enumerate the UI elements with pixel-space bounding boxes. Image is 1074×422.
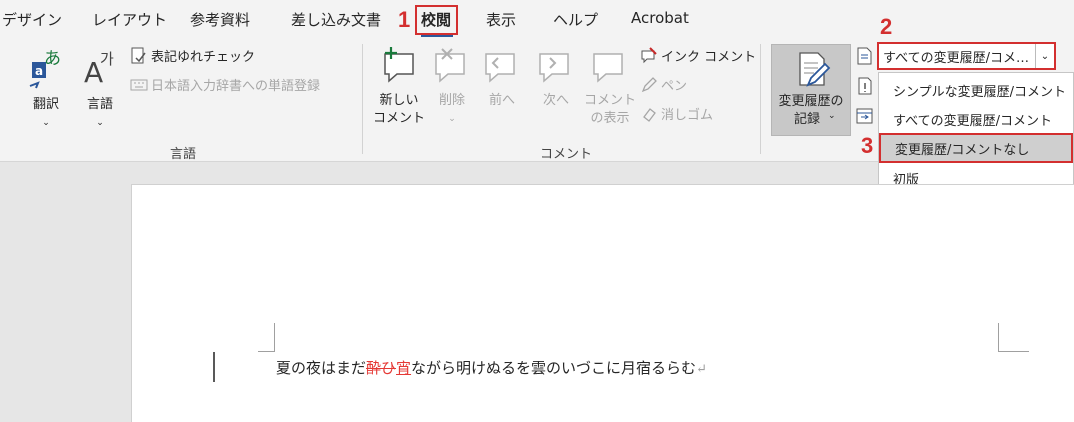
- document-paragraph[interactable]: 夏の夜はまだ酔ひ宵ながら明けぬるを雲のいづこに月宿るらむ↵: [276, 357, 707, 378]
- eraser-icon: [643, 107, 656, 122]
- pen-label: ペン: [661, 79, 688, 94]
- eraser-button[interactable]: 消しゴム: [640, 104, 713, 123]
- next-comment-button[interactable]: 次へ: [534, 46, 578, 110]
- crop-mark-left: [258, 323, 275, 352]
- ink-comment-button[interactable]: インク コメント: [640, 46, 756, 65]
- display-for-review-icon[interactable]: [855, 46, 875, 66]
- keyboard-icon: [130, 79, 148, 90]
- track-changes-icon: [799, 52, 831, 87]
- chevron-down-icon: ⌄: [42, 118, 50, 128]
- option-all-markup[interactable]: すべての変更履歴/コメント: [879, 104, 1073, 134]
- deleted-text: 酔ひ: [366, 359, 397, 377]
- show-comments-label-1: コメント: [584, 93, 637, 108]
- pen-button[interactable]: ペン: [640, 75, 687, 94]
- step-2-marker: 2: [880, 14, 893, 39]
- display-for-review-value: すべての変更履歴/コメ…: [883, 50, 1029, 66]
- new-comment-label-1: 新しい: [379, 93, 419, 108]
- document-page[interactable]: [131, 184, 1074, 422]
- translate-button[interactable]: a あ 翻訳 ⌄: [20, 46, 72, 132]
- proofing-check-label: 表記ゆれチェック: [151, 50, 256, 65]
- pen-icon: [641, 76, 657, 92]
- comment-group-label: コメント: [540, 147, 593, 162]
- chevron-down-icon[interactable]: ⌄: [1035, 44, 1054, 68]
- show-comments-label-2: の表示: [590, 111, 630, 126]
- display-for-review-combo[interactable]: すべての変更履歴/コメ… ⌄: [877, 42, 1056, 70]
- proofing-check-button[interactable]: 表記ゆれチェック: [130, 46, 255, 65]
- show-comments-button[interactable]: コメント の表示: [584, 46, 636, 128]
- step-1-marker: 1: [398, 7, 411, 32]
- delete-label: 削除: [438, 93, 465, 108]
- chevron-down-icon: ⌄: [96, 118, 104, 128]
- language-label: 言語: [86, 97, 113, 112]
- check-document-icon: [131, 47, 146, 63]
- option-no-markup[interactable]: 変更履歴/コメントなし: [879, 133, 1073, 163]
- previous-comment-icon: [485, 53, 515, 83]
- tab-acrobat[interactable]: Acrobat: [631, 9, 689, 27]
- ime-register-button[interactable]: 日本語入力辞書への単語登録: [130, 75, 320, 94]
- track-changes-button[interactable]: 変更履歴の 記録 ⌄: [771, 44, 851, 136]
- option-simple-markup[interactable]: シンプルな変更履歴/コメント: [879, 75, 1073, 105]
- previous-label: 前へ: [488, 93, 515, 108]
- delete-comment-icon: [435, 48, 465, 83]
- display-for-review-list: シンプルな変更履歴/コメント すべての変更履歴/コメント 変更履歴/コメントなし…: [878, 72, 1074, 194]
- highlight-review-tab: [415, 5, 458, 35]
- tab-references[interactable]: 参考資料: [190, 9, 250, 30]
- translate-icon: a あ: [29, 49, 61, 89]
- text-before: 夏の夜はまだ: [276, 359, 367, 377]
- chevron-down-icon: ⌄: [828, 111, 836, 121]
- tab-design[interactable]: デザイン: [2, 9, 62, 30]
- next-label: 次へ: [542, 93, 569, 108]
- svg-text:あ: あ: [44, 49, 61, 69]
- ime-register-label: 日本語入力辞書への単語登録: [151, 79, 321, 94]
- eraser-label: 消しゴム: [661, 108, 714, 123]
- step-3-marker: 3: [861, 133, 874, 158]
- ribbon-tab-bar: デザイン レイアウト 参考資料 差し込み文書 校閲 表示 ヘルプ Acrobat…: [0, 0, 1074, 39]
- previous-comment-button[interactable]: 前へ: [480, 46, 524, 110]
- translate-label: 翻訳: [32, 97, 59, 112]
- language-icon: A 가: [84, 50, 114, 89]
- language-button[interactable]: A 가 言語 ⌄: [74, 46, 126, 132]
- language-group-label: 言語: [170, 147, 197, 162]
- show-comments-icon: [593, 53, 623, 83]
- next-comment-icon: [539, 53, 569, 83]
- tab-mailings[interactable]: 差し込み文書: [291, 9, 381, 30]
- delete-comment-button[interactable]: 削除 ⌄: [430, 46, 474, 128]
- new-comment-icon: [384, 47, 414, 83]
- track-changes-label-1: 変更履歴の: [778, 94, 844, 109]
- svg-text:가: 가: [100, 50, 114, 68]
- tab-layout[interactable]: レイアウト: [92, 9, 167, 30]
- text-after: ながら明けぬるを雲のいづこに月宿るらむ: [411, 359, 697, 377]
- group-separator: [362, 44, 363, 154]
- group-separator: [760, 44, 761, 154]
- crop-mark-right: [998, 323, 1029, 352]
- show-markup-icon[interactable]: [855, 76, 875, 96]
- inserted-text: 宵: [396, 359, 412, 377]
- tab-help[interactable]: ヘルプ: [553, 9, 598, 30]
- new-comment-button[interactable]: 新しい コメント: [370, 46, 428, 128]
- ink-comment-label: インク コメント: [661, 50, 757, 65]
- svg-text:a: a: [35, 64, 43, 78]
- new-comment-label-2: コメント: [372, 111, 425, 126]
- reviewing-pane-icon[interactable]: [855, 106, 875, 126]
- chevron-down-icon: ⌄: [448, 114, 456, 124]
- ink-comment-icon: [641, 46, 657, 63]
- revision-change-bar: [213, 352, 215, 382]
- paragraph-mark: ↵: [696, 362, 707, 377]
- tab-view[interactable]: 表示: [486, 9, 516, 30]
